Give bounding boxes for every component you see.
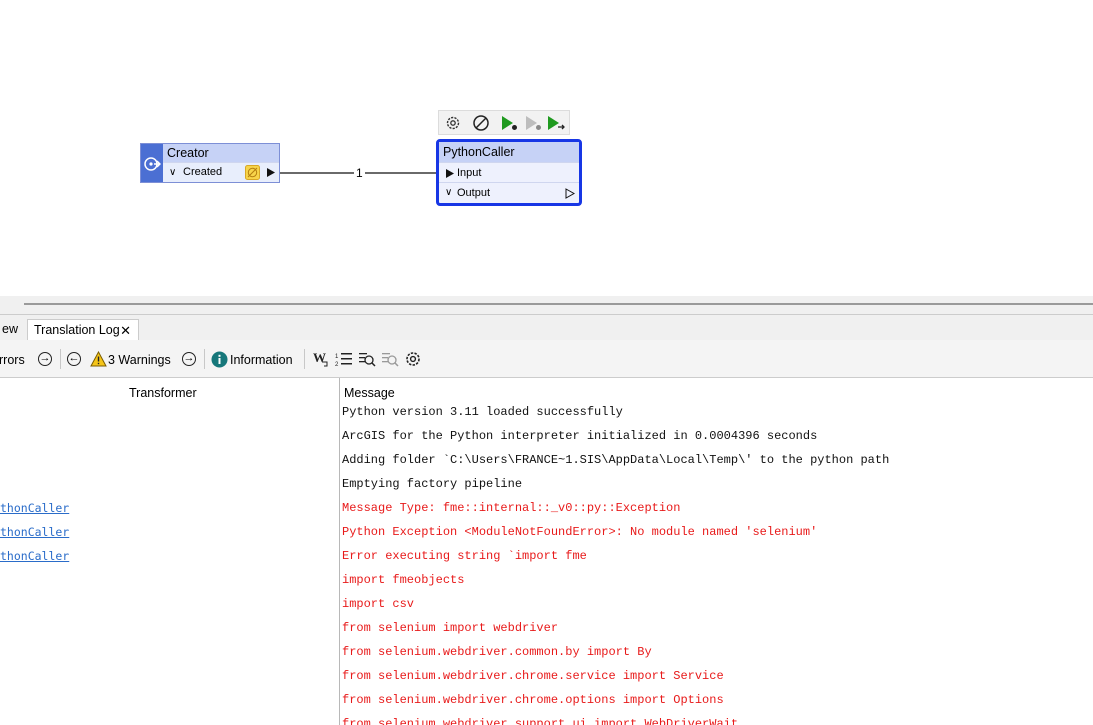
log-row[interactable]: import csv [0, 597, 1093, 621]
splitter-line [24, 303, 1093, 305]
creator-transformer[interactable]: Creator ∨ Created [140, 143, 280, 183]
log-row-message: Adding folder `C:\Users\FRANCE~1.SIS\App… [342, 453, 890, 467]
run-just-this-icon[interactable] [545, 114, 565, 132]
tab-translation-log-label: Translation Log [34, 323, 120, 337]
disable-icon[interactable] [471, 114, 491, 132]
previous-warning-icon[interactable]: ← [67, 352, 81, 366]
log-row[interactable]: Emptying factory pipeline [0, 477, 1093, 501]
input-port[interactable]: Input [439, 162, 579, 182]
tab-view[interactable]: ew [0, 319, 22, 341]
log-row[interactable]: from selenium.webdriver.chrome.service i… [0, 669, 1093, 693]
log-settings-gear-icon[interactable] [404, 350, 422, 368]
log-row-message: Message Type: fme::internal::_v0::py::Ex… [342, 501, 681, 515]
bottom-panel-tabs: ew Translation Log ✕ [0, 314, 1093, 341]
log-row[interactable]: thonCaller Error executing string `import… [0, 549, 1093, 573]
log-row-transformer-link[interactable]: thonCaller [0, 501, 69, 515]
transformer-toolbar [438, 110, 570, 135]
log-row-message: Python Exception <ModuleNotFoundError>: … [342, 525, 818, 539]
toolbar-separator [204, 349, 205, 369]
log-row-transformer-link[interactable]: thonCaller [0, 525, 69, 539]
log-row-message: from selenium.webdriver.common.by import… [342, 645, 652, 659]
log-row-message: from selenium.webdriver.chrome.options i… [342, 693, 724, 707]
log-row[interactable]: from selenium.webdriver.common.by import… [0, 645, 1093, 669]
log-toolbar: rrors → ← 3 Warnings → Information W 1 2 [0, 340, 1093, 378]
toolbar-separator [304, 349, 305, 369]
log-row[interactable]: from selenium.webdriver.support.ui impor… [0, 717, 1093, 725]
close-icon[interactable]: ✕ [120, 320, 131, 341]
chevron-down-icon[interactable]: ∨ [169, 163, 176, 182]
log-row[interactable]: from selenium.webdriver.chrome.options i… [0, 693, 1093, 717]
log-row[interactable]: thonCaller Python Exception <ModuleNotFou… [0, 525, 1093, 549]
output-port[interactable]: ∨ Output [439, 182, 579, 202]
creator-title: Creator [163, 144, 279, 162]
find-icon[interactable] [358, 350, 376, 368]
next-warning-icon[interactable]: → [182, 352, 196, 366]
svg-text:W: W [313, 350, 326, 365]
created-port-label: Created [183, 166, 223, 178]
tab-translation-log[interactable]: Translation Log ✕ [27, 319, 139, 341]
log-row[interactable]: from selenium import webdriver [0, 621, 1093, 645]
run-from-this-icon[interactable] [523, 114, 543, 132]
chevron-down-icon[interactable]: ∨ [445, 183, 452, 203]
svg-text:1: 1 [335, 354, 339, 360]
log-row[interactable]: Python version 3.11 loaded successfully [0, 405, 1093, 429]
created-output-port[interactable]: ∨ Created [163, 162, 279, 181]
log-row[interactable]: ArcGIS for the Python interpreter initia… [0, 429, 1093, 453]
svg-text:2: 2 [335, 362, 339, 368]
log-row[interactable]: thonCaller Message Type: fme::internal::_… [0, 501, 1093, 525]
numbered-list-icon[interactable]: 1 2 [335, 350, 353, 368]
column-header-transformer[interactable]: Transformer [129, 386, 197, 400]
translation-log-table[interactable]: Transformer Message Python version 3.11 … [0, 378, 1093, 725]
log-column-header: Transformer Message [0, 378, 1093, 400]
input-port-label: Input [457, 167, 482, 179]
log-row-message: import fmeobjects [342, 573, 465, 587]
log-row-message: ArcGIS for the Python interpreter initia… [342, 429, 818, 443]
output-port-arrow-icon[interactable] [266, 167, 276, 178]
connection-feature-count: 1 [354, 166, 365, 180]
log-row-message: Python version 3.11 loaded successfully [342, 405, 623, 419]
log-row-message: Error executing string `import fme [342, 549, 587, 563]
inspect-cached-icon[interactable] [245, 165, 260, 180]
column-header-message[interactable]: Message [344, 386, 395, 400]
errors-filter-label[interactable]: rrors [0, 351, 25, 369]
pythoncaller-transformer[interactable]: PythonCaller Input ∨ Output [436, 139, 582, 206]
output-port-arrow-icon[interactable] [565, 188, 575, 199]
log-row-message: from selenium import webdriver [342, 621, 559, 635]
panel-splitter[interactable] [0, 296, 1093, 314]
log-row-message: from selenium.webdriver.support.ui impor… [342, 717, 739, 725]
workspace-canvas[interactable]: 1 Creator ∨ Created PythonCaller Input ∨… [0, 0, 1093, 296]
input-port-arrow-icon[interactable] [445, 168, 455, 179]
log-row-transformer-link[interactable]: thonCaller [0, 549, 69, 563]
gear-icon[interactable] [443, 114, 463, 132]
output-port-label: Output [457, 187, 491, 199]
find-next-icon[interactable] [381, 350, 399, 368]
log-row[interactable]: import fmeobjects [0, 573, 1093, 597]
information-icon [211, 351, 228, 368]
log-row[interactable]: Adding folder `C:\Users\FRANCE~1.SIS\App… [0, 453, 1093, 477]
word-wrap-icon[interactable]: W [312, 350, 330, 368]
log-row-message: Emptying factory pipeline [342, 477, 523, 491]
creator-icon-strip [141, 144, 163, 182]
pythoncaller-title: PythonCaller [439, 142, 579, 162]
information-filter-label[interactable]: Information [230, 351, 293, 369]
warning-icon [90, 351, 107, 367]
log-row-message: from selenium.webdriver.chrome.service i… [342, 669, 724, 683]
warnings-filter-label[interactable]: 3 Warnings [108, 351, 171, 369]
creator-icon [144, 157, 161, 171]
next-error-icon[interactable]: → [38, 352, 52, 366]
run-to-this-icon[interactable] [499, 114, 519, 132]
log-row-message: import csv [342, 597, 415, 611]
toolbar-separator [60, 349, 61, 369]
